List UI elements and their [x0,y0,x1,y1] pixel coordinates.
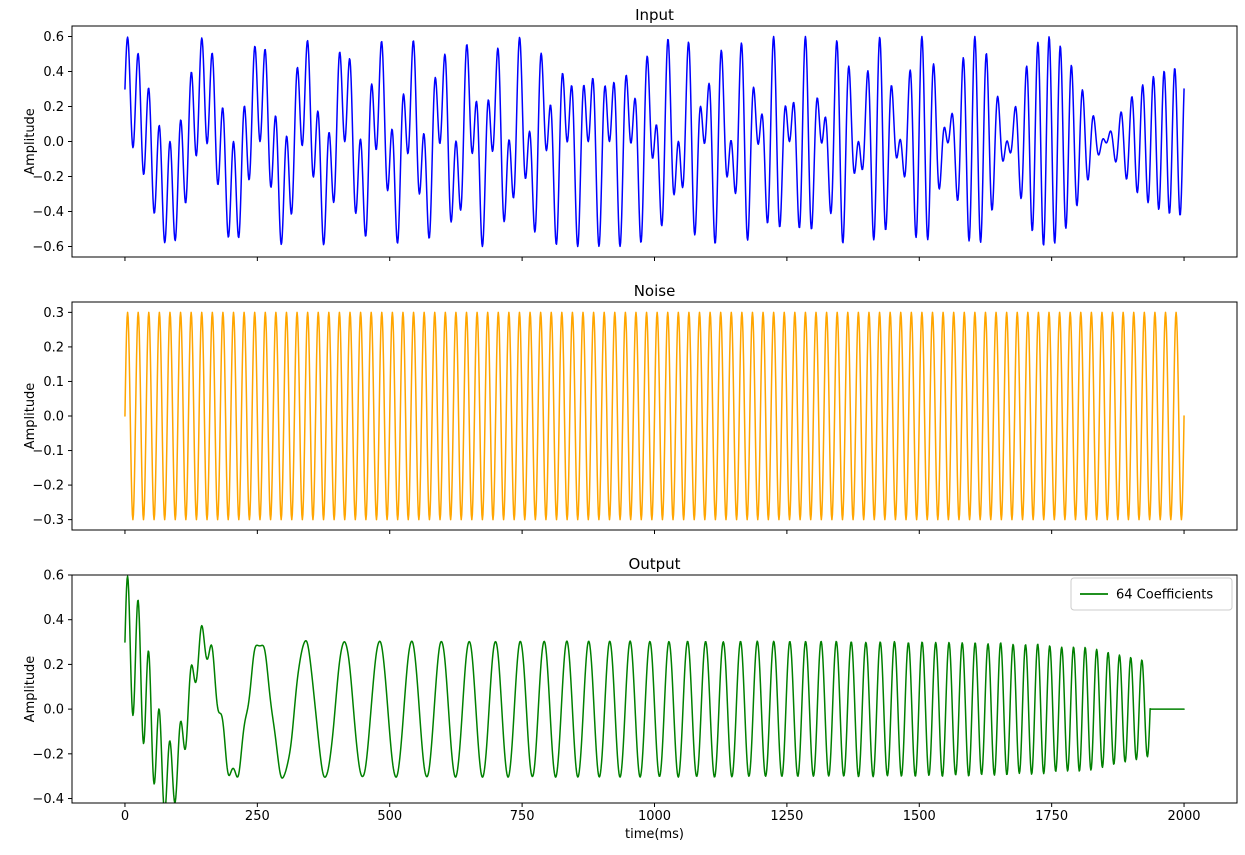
y-tick-label: 0.6 [43,569,64,584]
signal-path-input [125,37,1184,247]
y-tick-label: −0.4 [32,792,64,807]
y-tick-label: −0.2 [32,479,64,494]
axes-layer: 0.60.40.20.0−0.2−0.4−0.60.30.20.10.0−0.1… [32,26,1237,824]
signal-plots-svg: 0.60.40.20.0−0.2−0.4−0.60.30.20.10.0−0.1… [0,0,1245,855]
y-tick-label: 0.4 [43,65,64,80]
y-axis-label-noise: Amplitude [23,383,38,450]
axes-frame-output [72,575,1237,803]
signal-path-output [125,576,1184,812]
y-tick-label: 0.3 [43,306,64,321]
y-tick-label: 0.6 [43,30,64,45]
y-tick-label: 0.4 [43,613,64,628]
x-tick-label: 1250 [770,809,803,824]
x-tick-label: 250 [245,809,270,824]
subplot-input: 0.60.40.20.0−0.2−0.4−0.6 [32,26,1237,261]
x-tick-label: 1500 [903,809,936,824]
x-tick-label: 500 [377,809,402,824]
figure-canvas: 0.60.40.20.0−0.2−0.4−0.60.30.20.10.0−0.1… [0,0,1245,855]
legend-label: 64 Coefficients [1116,588,1213,603]
subplot-output-title: Output [628,555,680,573]
x-tick-label: 1750 [1035,809,1068,824]
x-tick-label: 2000 [1167,809,1200,824]
legend: 64 Coefficients [1071,578,1232,610]
subplot-input-title: Input [635,6,674,24]
y-tick-label: 0.2 [43,658,64,673]
y-tick-label: 0.1 [43,375,64,390]
y-axis-label-output: Amplitude [23,656,38,723]
y-tick-label: 0.0 [43,703,64,718]
subplot-noise-title: Noise [634,282,676,300]
y-tick-label: −0.6 [32,240,64,255]
subplot-output: 0.6 0.4 0.2 0.0 −0.2 −0.4 0 250 500 750 1000 1250 15… [32,569,1237,825]
x-tick-label: 750 [510,809,535,824]
y-tick-label: −0.2 [32,747,64,762]
y-tick-label: −0.4 [32,205,64,220]
x-tick-label: 1000 [638,809,671,824]
y-tick-label: 0.0 [43,135,64,150]
y-tick-label: −0.3 [32,513,64,528]
signal-path-noise [125,312,1184,519]
x-tick-label: 0 [121,809,129,824]
y-tick-label: 0.2 [43,340,64,355]
y-axis-label-input: Amplitude [23,108,38,175]
subplot-noise: 0.30.20.10.0−0.1−0.2−0.3 [32,302,1237,534]
x-axis-label: time(ms) [625,827,684,842]
y-tick-label: 0.2 [43,100,64,115]
y-tick-label: 0.0 [43,410,64,425]
